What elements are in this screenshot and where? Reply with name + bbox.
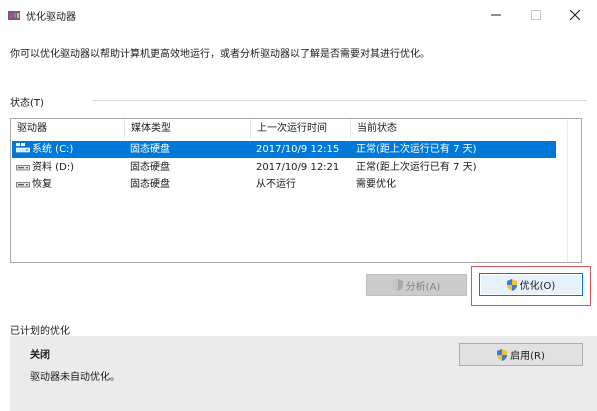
drive-row-recovery[interactable]: 恢复 固态硬盘 从不运行 需要优化 — [12, 176, 556, 193]
minimize-button[interactable] — [478, 0, 514, 30]
last-run-cell: 2017/10/9 12:21 — [256, 162, 340, 173]
schedule-panel: 关闭 驱动器未自动优化。 启用(R) — [10, 336, 597, 411]
current-status-cell: 正常(距上次运行已有 7 天) — [356, 162, 477, 173]
drive-row-data[interactable]: 资料 (D:) 固态硬盘 2017/10/9 12:21 正常(距上次运行已有 … — [12, 159, 556, 176]
analyze-button[interactable]: 分析(A) — [366, 274, 467, 296]
enable-label: 启用(R) — [510, 351, 545, 362]
uac-shield-icon — [392, 279, 403, 291]
system-drive-icon — [16, 143, 30, 153]
enable-button[interactable]: 启用(R) — [459, 343, 583, 366]
column-header-drive[interactable]: 驱动器 — [11, 119, 125, 139]
maximize-button[interactable] — [518, 0, 554, 30]
window-title: 优化驱动器 — [26, 12, 76, 23]
optimize-button[interactable]: 优化(O) — [479, 273, 583, 296]
media-type-cell: 固态硬盘 — [130, 179, 170, 190]
current-status-cell: 正常(距上次运行已有 7 天) — [356, 144, 477, 155]
column-header-media-type[interactable]: 媒体类型 — [125, 119, 251, 139]
schedule-header: 已计划的优化 — [10, 326, 70, 337]
column-header-current-status[interactable]: 当前状态 — [351, 119, 557, 139]
schedule-state: 关闭 — [30, 350, 50, 361]
drive-list[interactable]: 驱动器 媒体类型 上一次运行时间 当前状态 系统 (C:) 固态硬盘 2017/… — [10, 118, 582, 263]
column-header-last-run[interactable]: 上一次运行时间 — [251, 119, 351, 139]
drive-row-system[interactable]: 系统 (C:) 固态硬盘 2017/10/9 12:15 正常(距上次运行已有 … — [12, 141, 556, 158]
drive-icon — [16, 182, 30, 188]
description-text: 你可以优化驱动器以帮助计算机更高效地运行，或者分析驱动器以了解是否需要对其进行优… — [10, 49, 430, 60]
media-type-cell: 固态硬盘 — [130, 144, 170, 155]
last-run-cell: 从不运行 — [256, 179, 296, 190]
current-status-cell: 需要优化 — [356, 179, 396, 190]
uac-shield-icon — [506, 278, 517, 291]
close-button[interactable] — [557, 0, 593, 30]
minimize-icon — [491, 14, 501, 16]
drive-name: 系统 (C:) — [32, 144, 74, 155]
media-type-cell: 固态硬盘 — [130, 162, 170, 173]
title-bar: 优化驱动器 — [0, 0, 597, 30]
defrag-icon — [8, 11, 20, 20]
drive-name-cell: 恢复 — [12, 176, 125, 193]
drive-name-cell: 系统 (C:) — [12, 141, 125, 158]
list-header: 驱动器 媒体类型 上一次运行时间 当前状态 — [11, 119, 581, 139]
last-run-cell: 2017/10/9 12:15 — [256, 144, 340, 155]
drive-name-cell: 资料 (D:) — [12, 159, 125, 176]
analyze-label: 分析(A) — [405, 281, 441, 293]
list-scrollbar[interactable] — [567, 119, 581, 262]
optimize-label: 优化(O) — [519, 281, 556, 292]
status-header: 状态(T) — [10, 98, 44, 109]
drive-name: 恢复 — [32, 179, 52, 190]
drive-icon — [16, 165, 30, 171]
close-icon — [570, 10, 580, 20]
schedule-description: 驱动器未自动优化。 — [30, 372, 120, 383]
maximize-icon — [531, 10, 541, 20]
status-divider — [92, 100, 587, 101]
drive-name: 资料 (D:) — [32, 162, 75, 173]
uac-shield-icon — [497, 348, 508, 361]
